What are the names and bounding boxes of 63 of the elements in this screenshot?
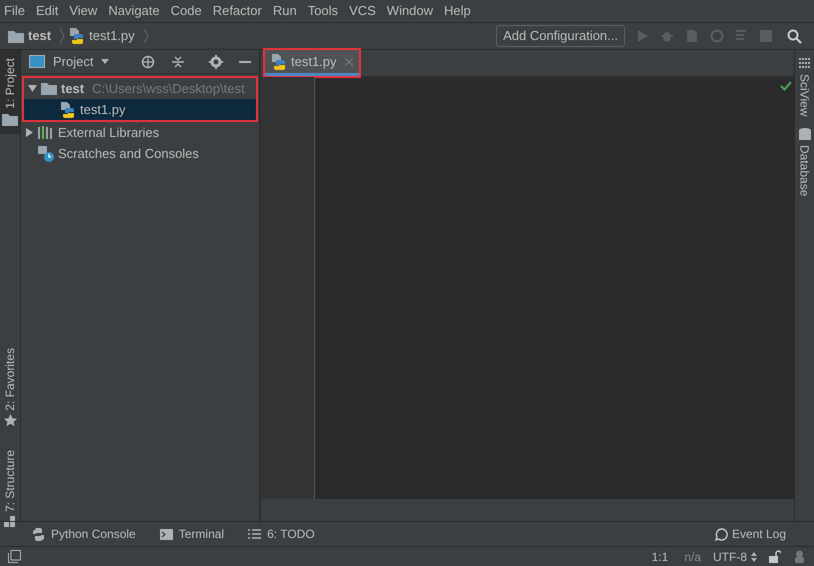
collapse-icon[interactable] bbox=[171, 54, 185, 68]
event-log-button[interactable]: Event Log bbox=[732, 525, 786, 543]
tree-item[interactable]: test1.py bbox=[24, 99, 256, 120]
speech-bubble-icon bbox=[714, 528, 728, 540]
tool-window-button[interactable]: Python Console bbox=[51, 525, 136, 543]
python-icon bbox=[32, 528, 45, 540]
breadcrumb[interactable]: test bbox=[28, 26, 52, 46]
python-file-icon bbox=[69, 28, 86, 44]
tool-window-button[interactable]: Terminal bbox=[178, 525, 224, 543]
tree-item[interactable]: test C:\Users\wss\Desktop\test bbox=[24, 78, 256, 99]
tool-window-tab[interactable]: Database bbox=[796, 128, 814, 197]
grid-icon bbox=[798, 58, 810, 70]
expanded-arrow-icon bbox=[28, 84, 37, 93]
chevron-icon bbox=[59, 28, 66, 44]
folder-icon bbox=[2, 112, 18, 126]
menu-item[interactable]: File bbox=[4, 1, 25, 21]
python-file-icon bbox=[60, 102, 76, 118]
tool-window-tab[interactable]: 7: Structure bbox=[0, 442, 20, 536]
encoding[interactable]: UTF-8 bbox=[713, 548, 747, 566]
panel-title[interactable]: Project bbox=[53, 52, 94, 72]
caret-position[interactable]: 1:1 bbox=[652, 548, 668, 566]
menu-item[interactable]: Edit bbox=[36, 1, 58, 21]
tree-item[interactable]: External Libraries bbox=[21, 122, 259, 143]
crosshair-icon[interactable] bbox=[141, 54, 155, 68]
menu-item[interactable]: Help bbox=[444, 1, 471, 21]
menu-item[interactable]: Run bbox=[272, 1, 297, 21]
chevron-icon bbox=[142, 28, 149, 44]
tree-item[interactable]: Scratches and Consoles bbox=[21, 143, 259, 164]
terminal-icon bbox=[160, 528, 173, 540]
star-icon bbox=[4, 414, 16, 426]
collapsed-arrow-icon bbox=[25, 128, 34, 137]
python-file-icon bbox=[271, 54, 287, 70]
panel-toggle-icon[interactable] bbox=[8, 550, 21, 563]
menu-item[interactable]: Navigate bbox=[108, 1, 160, 21]
editor-tab[interactable]: test1.py bbox=[265, 50, 359, 76]
tool-window-button[interactable]: 6: TODO bbox=[267, 525, 315, 543]
breadcrumb[interactable]: test1.py bbox=[89, 26, 135, 46]
line-separator[interactable]: n/a bbox=[684, 548, 701, 566]
folder-icon bbox=[41, 82, 57, 95]
updown-icon[interactable] bbox=[751, 552, 757, 562]
add-configuration-button[interactable]: Add Configuration... bbox=[496, 25, 625, 47]
folder-icon bbox=[8, 30, 24, 42]
menu-item[interactable]: VCS bbox=[349, 1, 376, 21]
menu-item[interactable]: Refactor bbox=[212, 1, 262, 21]
list-icon bbox=[248, 529, 262, 539]
caret-icon[interactable] bbox=[101, 59, 110, 64]
library-icon bbox=[38, 126, 54, 139]
panel-icon bbox=[29, 55, 45, 68]
settings-icon[interactable] bbox=[209, 54, 223, 68]
menu-item[interactable]: Code bbox=[170, 1, 202, 21]
menu-item[interactable]: Window bbox=[386, 1, 434, 21]
menu-item[interactable]: Tools bbox=[308, 1, 338, 21]
tool-window-tab[interactable]: 1: Project bbox=[0, 50, 20, 134]
check-icon bbox=[780, 81, 792, 91]
database-icon bbox=[798, 128, 810, 142]
tool-window-tab[interactable]: 2: Favorites bbox=[0, 340, 20, 434]
search-icon[interactable] bbox=[787, 28, 802, 44]
scratch-icon bbox=[38, 146, 54, 162]
menu-item[interactable]: View bbox=[69, 1, 98, 21]
padlock-icon[interactable] bbox=[769, 550, 781, 563]
minimize-icon[interactable] bbox=[239, 60, 251, 62]
tool-window-tab[interactable]: SciView bbox=[796, 58, 814, 116]
structure-icon bbox=[4, 516, 16, 528]
